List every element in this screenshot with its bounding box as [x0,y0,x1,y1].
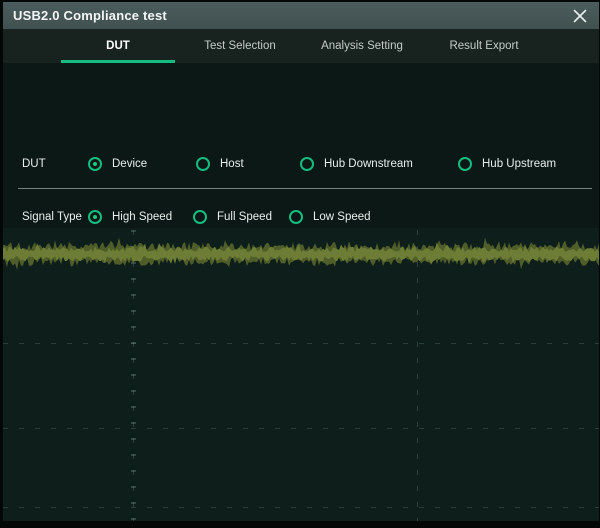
radio-option-hub-upstream[interactable]: Hub Upstream [458,157,556,171]
radio-label-device: Device [112,158,147,170]
graticule-hline-3 [3,507,599,508]
close-button[interactable] [567,5,593,26]
tab-dut[interactable]: DUT [57,29,179,63]
radio-option-low-speed[interactable]: Low Speed [289,210,371,224]
radio-icon-full-speed [193,210,207,224]
radio-label-full-speed: Full Speed [217,211,272,223]
radio-label-host: Host [220,158,244,170]
radio-option-device[interactable]: Device [88,157,147,171]
radio-icon-hub-upstream [458,157,472,171]
oscilloscope-screen: USB2.0 Compliance test DUT Test Selectio… [0,0,600,528]
radio-option-hub-downstream[interactable]: Hub Downstream [300,157,413,171]
radio-option-high-speed[interactable]: High Speed [88,210,172,224]
radio-label-high-speed: High Speed [112,211,172,223]
radio-icon-hub-downstream [300,157,314,171]
radio-label-hub-upstream: Hub Upstream [482,158,556,170]
radio-label-low-speed: Low Speed [313,211,371,223]
tab-bar: DUT Test Selection Analysis Setting Resu… [3,29,599,63]
row-dut: DUT Device Host Hub Downstream Hub Upstr… [3,144,599,184]
waveform-svg [3,228,599,292]
radio-label-hub-downstream: Hub Downstream [324,158,413,170]
close-icon [572,8,588,24]
dialog-titlebar: USB2.0 Compliance test [3,2,599,29]
dialog-title: USB2.0 Compliance test [13,8,167,23]
radio-icon-device [88,157,102,171]
tab-analysis-setting[interactable]: Analysis Setting [301,29,423,63]
graticule-hline-2 [3,428,599,429]
tab-result-export[interactable]: Result Export [423,29,545,63]
dut-settings-form: DUT Device Host Hub Downstream Hub Upstr… [3,63,599,228]
usb-compliance-dialog: USB2.0 Compliance test DUT Test Selectio… [3,2,599,521]
radio-icon-high-speed [88,210,102,224]
row-label-dut: DUT [22,158,46,170]
scope-display-area [3,228,599,521]
row-divider [18,188,592,189]
tab-test-selection[interactable]: Test Selection [179,29,301,63]
radio-option-host[interactable]: Host [196,157,244,171]
row-label-signal-type: Signal Type [22,211,82,223]
radio-icon-low-speed [289,210,303,224]
radio-option-full-speed[interactable]: Full Speed [193,210,272,224]
radio-icon-host [196,157,210,171]
graticule-hline-1 [3,343,599,344]
